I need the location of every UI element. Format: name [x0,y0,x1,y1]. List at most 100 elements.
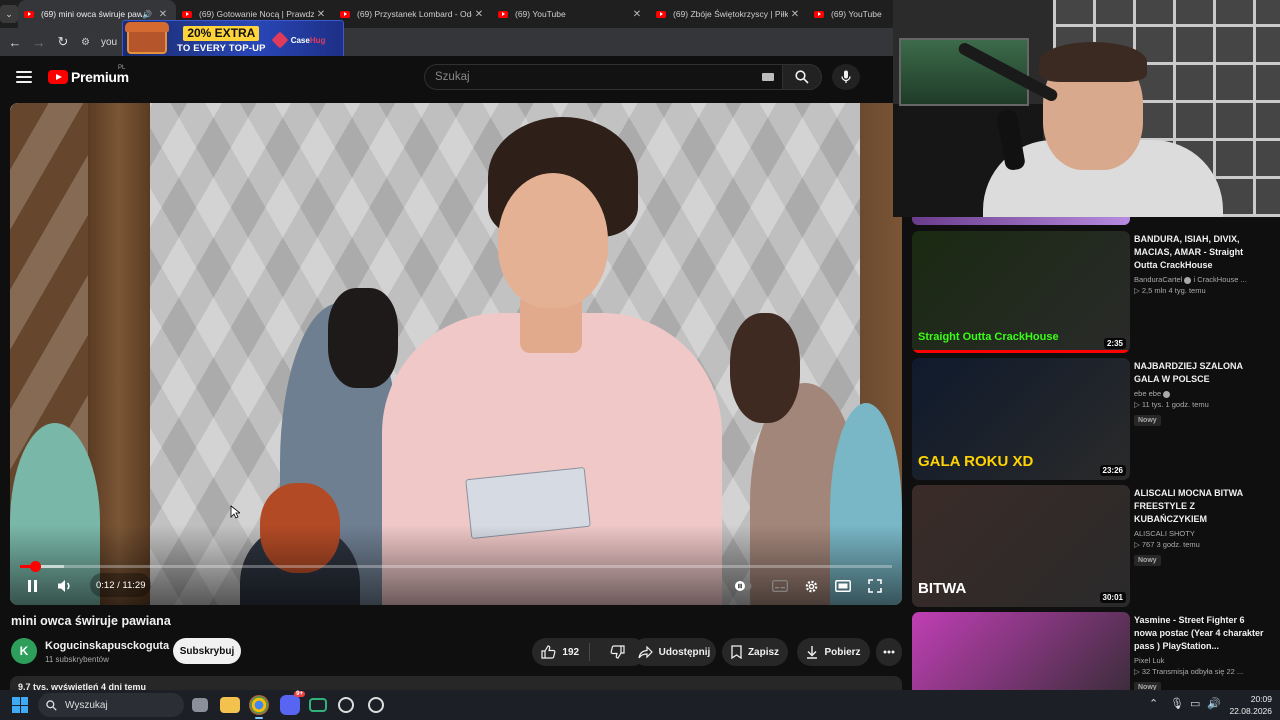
microphone-tray-icon[interactable]: 🎙 [1170,697,1184,710]
voice-search-button[interactable] [832,64,860,90]
channel-name[interactable]: Kogucinskapusckoguta [45,640,169,652]
terminal-icon[interactable] [309,698,327,712]
close-tab-icon[interactable]: ✕ [788,9,802,20]
previous-thumbnail-edge[interactable] [912,217,1130,225]
recommended-channel[interactable]: BanduraCartel i CrackHouse ... [1134,275,1264,284]
steam-icon[interactable] [368,697,384,713]
thumbs-down-icon [610,645,625,659]
brand-logo-icon [271,31,289,49]
video-thumbnail[interactable]: GALA ROKU XD 23:26 [912,358,1130,480]
back-arrow-icon[interactable]: ← [3,30,27,54]
taskbar-clock[interactable]: 20:09 22.08.2026 [1226,693,1272,717]
clock-date: 22.08.2026 [1229,706,1272,716]
theater-mode-button[interactable] [833,576,853,596]
close-tab-icon[interactable]: ✕ [472,9,486,20]
menu-icon[interactable] [16,71,32,83]
recommended-video-title[interactable]: BANDURA, ISIAH, DIVIX, MACIAS, AMAR - St… [1134,233,1264,272]
channel-avatar[interactable]: K [11,638,37,664]
search-placeholder: Szukaj [435,71,470,83]
autoplay-icon [734,581,752,591]
discord-badge: 9+ [294,691,305,697]
taskbar-search[interactable]: Wyszukaj [38,693,184,717]
recommended-video-card[interactable]: GALA ROKU XD 23:26 NAJBARDZIEJ SZALONA GAL… [912,358,1270,480]
ad-banner[interactable]: 20% EXTRA TO EVERY TOP-UP Case Hug [122,20,344,60]
obs-icon[interactable] [338,697,354,713]
speaker-icon[interactable]: 🔊 [1207,697,1221,710]
webcam-streamer-hair [1039,42,1147,82]
chrome-icon[interactable] [249,695,269,719]
address-text: you [101,36,118,48]
video-info: BANDURA, ISIAH, DIVIX, MACIAS, AMAR - St… [1134,233,1264,295]
tab-audio-icon[interactable]: 🔊 [142,10,152,19]
browser-tab[interactable]: (69) Zbóje Świętokrzyscy | Piłka ✕ [650,0,808,28]
save-button[interactable]: Zapisz [722,638,788,666]
reload-icon[interactable]: ↻ [51,30,75,54]
share-icon [638,645,653,658]
ad-brand-a: Case [290,35,310,45]
autoplay-toggle[interactable] [733,576,753,596]
scrubber-handle[interactable] [29,561,41,572]
recommended-channel[interactable]: ALISCALI SHOTY [1134,529,1264,538]
close-tab-icon[interactable]: ✕ [630,9,644,20]
ad-headline: 20% EXTRA [183,26,260,41]
keyboard-icon[interactable] [762,73,774,81]
windows-start-icon[interactable] [12,697,28,713]
tray-overflow-icon[interactable]: ⌃ [1149,697,1158,710]
youtube-favicon-icon [814,10,824,18]
tab-title: (69) Przystanek Lombard - Odc [357,9,472,19]
fullscreen-button[interactable] [865,576,885,596]
tab-title: (69) Zbóje Świętokrzyscy | Piłka [673,9,788,19]
file-explorer-icon[interactable] [220,697,240,713]
subtitles-button[interactable] [770,576,790,596]
download-button[interactable]: Pobierz [797,638,870,666]
youtube-favicon-icon [498,10,508,18]
like-button[interactable]: 192 [532,638,589,666]
progress-bar[interactable] [20,561,892,572]
video-title: mini owca świruje pawiana [11,614,171,628]
youtube-premium-logo[interactable]: Premium PL [48,65,129,85]
volume-button[interactable] [56,576,74,596]
search-button[interactable] [782,64,822,90]
video-duration: 2:35 [1103,338,1126,349]
channel-label: ALISCALI SHOTY [1134,529,1195,538]
settings-button[interactable] [801,576,821,596]
youtube-play-icon [48,70,68,84]
pause-button[interactable] [24,576,40,596]
tab-title: (69) YouTube [515,9,566,19]
share-button[interactable]: Udostępnij [632,638,716,666]
network-icon[interactable]: ▭ [1190,697,1200,710]
video-meta: ▷ 32 Transmisja odbyła się 22 ... [1134,667,1244,676]
discord-icon[interactable]: 9+ [280,691,305,715]
gear-icon [805,580,817,592]
recommended-video-title[interactable]: Yasmine - Street Fighter 6 nowa postac (… [1134,614,1264,653]
channel-label: ebe ebe [1134,389,1162,398]
verified-icon [1184,276,1192,284]
tab-search-button[interactable]: ⌄ [0,0,18,28]
video-info: Yasmine - Street Fighter 6 nowa postac (… [1134,614,1264,694]
subscribe-button[interactable]: Subskrybuj [173,638,241,664]
browser-tab[interactable]: (69) Przystanek Lombard - Odc ✕ [334,0,492,28]
search-input[interactable]: Szukaj [424,64,782,90]
like-dislike-group: 192 [532,638,646,666]
recommended-video-title[interactable]: NAJBARDZIEJ SZALONA GALA W POLSCE [1134,360,1264,386]
region-code: PL [118,65,126,71]
video-thumbnail[interactable]: Straight Outta CrackHouse 2:35 [912,231,1130,353]
channel-extra: i CrackHouse ... [1193,275,1247,284]
recommended-video-card[interactable]: Straight Outta CrackHouse 2:35 BANDURA, IS… [912,231,1270,353]
recommended-channel[interactable]: Pixel Luk [1134,656,1264,665]
close-tab-icon[interactable]: ✕ [314,9,328,20]
task-view-icon[interactable] [192,698,208,712]
forward-arrow-icon[interactable]: → [27,30,51,54]
site-info-icon[interactable]: ⚙ [81,37,97,48]
more-actions-button[interactable] [876,638,902,666]
video-thumbnail[interactable]: BITWA 30:01 [912,485,1130,607]
recommended-channel[interactable]: ebe ebe [1134,389,1264,398]
taskbar-search-label: Wyszukaj [65,699,108,711]
share-label: Udostępnij [658,646,711,658]
recommended-video-title[interactable]: ALISCALI MOCNA BITWA FREESTYLE Z KUBAŃCZ… [1134,487,1264,526]
video-info: NAJBARDZIEJ SZALONA GALA W POLSCE ebe ebe… [1134,360,1264,427]
recommended-video-card[interactable]: BITWA 30:01 ALISCALI MOCNA BITWA FREESTYLE… [912,485,1270,607]
browser-tab[interactable]: (69) YouTube ✕ [492,0,650,28]
close-tab-icon[interactable]: ✕ [156,9,170,20]
video-player[interactable]: 0:12 / 11:29 [10,103,902,605]
